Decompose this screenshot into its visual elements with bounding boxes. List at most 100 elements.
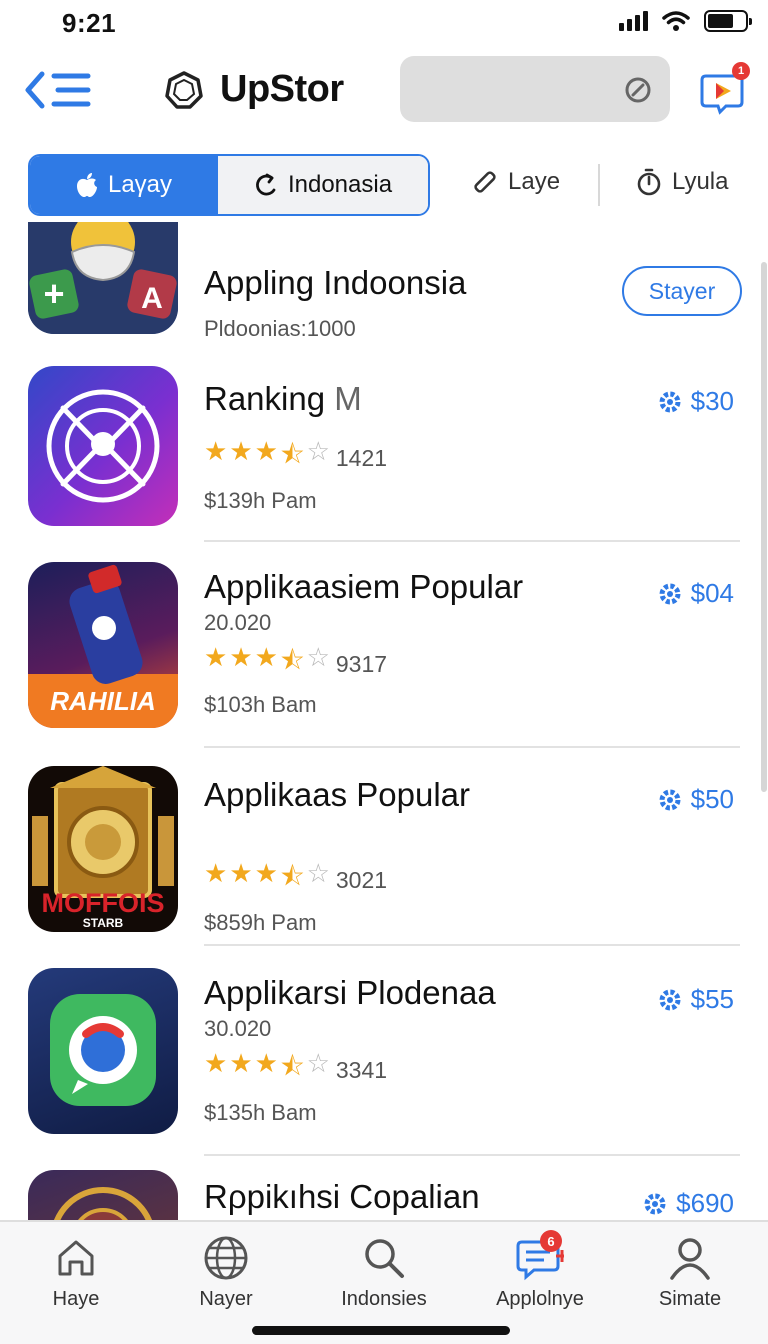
row-separator (204, 540, 740, 542)
stayer-button[interactable]: Stayer (622, 266, 742, 316)
star-rating-icon: ★ ★ ★ ⯪ ☆ (204, 858, 330, 891)
signal-icon (619, 11, 648, 31)
status-bar: 9:21 (0, 0, 768, 48)
notification-badge: 1 (732, 62, 750, 80)
tab-indonasia[interactable]: Indonasia (218, 156, 428, 214)
star-rating-icon: ★ ★ ★ ⯪ ☆ (204, 436, 330, 469)
price-button[interactable]: $30 (657, 386, 734, 417)
item-title: Rρpikıhsi Copalian (204, 1178, 480, 1215)
nav-item-haye[interactable]: Haye (16, 1234, 136, 1311)
battery-icon (704, 10, 752, 32)
item-rating: ★ ★ ★ ⯪ ☆ 3021 (204, 858, 387, 902)
rating-count: 3021 (335, 866, 388, 893)
list-item[interactable]: RAHILIA Applikaasiem Popular 20.020 ★ ★ ★ ⯪… (0, 562, 768, 752)
temple-app-icon: MOFFOIS STARB (28, 766, 178, 932)
star-rating-icon: ★ ★ ★ ⯪ ☆ (204, 642, 330, 675)
app-header: UpStor 1 (0, 52, 768, 132)
price-label: $55 (690, 984, 734, 1014)
tab-layay[interactable]: Laγay (30, 156, 218, 214)
mask-character-app-icon: + A (28, 222, 178, 334)
gear-icon (659, 583, 681, 604)
messages-icon: 6 (516, 1230, 568, 1282)
list-item[interactable]: Applikarsi Plodenaa 30.020 ★ ★ ★ ⯪ ☆ 3341 $1… (0, 968, 768, 1168)
price-label: $04 (690, 578, 734, 608)
item-rating: ★ ★ ★ ⯪ ☆ 1421 (204, 436, 387, 480)
wifi-icon (662, 11, 690, 31)
tab-label: Lyula (672, 168, 729, 195)
nav-item-nayer[interactable]: Nayer (166, 1234, 286, 1311)
row-separator (204, 1154, 740, 1156)
item-title: Appling Indoonsia (204, 264, 467, 301)
nav-label: Haye (52, 1288, 100, 1310)
list-item[interactable]: Rρpikıhsi Copalian $690 (0, 1170, 768, 1220)
nav-label: Indonsies (341, 1288, 427, 1310)
star-rating-icon: ★ ★ ★ ⯪ ☆ (204, 1048, 330, 1081)
price-button[interactable]: $04 (657, 578, 734, 609)
status-time: 9:21 (62, 8, 117, 38)
item-icon-text: MOFFOIS (41, 888, 165, 918)
app-title: UpStor (220, 68, 344, 110)
item-subtitle: Pldoonias:1000 (204, 316, 356, 341)
item-title: Applikaasiem Popular (204, 568, 524, 605)
status-icons (619, 10, 752, 32)
item-subtitle: 30.020 (204, 1016, 272, 1041)
nav-label: Nayer (199, 1288, 253, 1310)
item-icon-text: RAHILIA (50, 686, 156, 716)
row-separator (204, 944, 740, 946)
gear-icon (644, 1193, 666, 1214)
app-list: + A Appling Indoonsia Pldoonias:1000 Sta… (0, 222, 768, 1220)
list-item[interactable]: + A Appling Indoonsia Pldoonias:1000 Sta… (0, 222, 768, 352)
item-price: $859h Pam (204, 910, 317, 935)
item-rating: ★ ★ ★ ⯪ ☆ 3341 (204, 1048, 387, 1092)
rating-count: 3341 (335, 1056, 388, 1083)
segmented-control: Laγay Indonasia (28, 154, 430, 216)
nav-item-simate[interactable]: Simate (630, 1234, 750, 1311)
gear-icon (659, 391, 681, 412)
list-item[interactable]: Ranking M ★ ★ ★ ⯪ ☆ 1421 $139h Pam $30 (0, 366, 768, 546)
list-item[interactable]: MOFFOIS STARB Applikaas Popular ★ ★ ★ ⯪ ☆ 30… (0, 766, 768, 962)
item-price: $135h Bam (204, 1100, 317, 1125)
clear-search-icon[interactable] (624, 76, 652, 104)
refresh-icon (256, 173, 276, 196)
item-price: $139h Pam (204, 488, 317, 513)
scrollbar[interactable] (761, 262, 767, 792)
item-rating: ★ ★ ★ ⯪ ☆ 9317 (204, 642, 387, 686)
item-icon-subtext: STARB (82, 916, 124, 930)
item-price: $103h Bam (204, 692, 317, 717)
home-indicator[interactable] (252, 1326, 510, 1335)
search-icon (365, 1239, 404, 1278)
category-tabs: Laγay Indonasia Laye Lyula (28, 154, 768, 216)
item-title: Ranking M (204, 380, 362, 417)
price-button[interactable]: $50 (657, 784, 734, 815)
tab-label: Laye (508, 168, 561, 195)
back-menu-icon[interactable] (22, 68, 92, 112)
chat-app-icon (28, 968, 178, 1134)
tab-label: Indonasia (287, 171, 393, 198)
compass-app-icon (28, 366, 178, 526)
nav-item-applolnye[interactable]: 6 Applolnye (480, 1230, 600, 1311)
search-input[interactable] (416, 72, 606, 106)
item-title: Applikarsi Plodenaa (204, 974, 496, 1011)
tab-lyula[interactable]: Lyula (636, 168, 728, 196)
globe-icon (204, 1236, 248, 1280)
price-button[interactable]: $55 (657, 984, 734, 1015)
gear-icon (659, 789, 681, 810)
price-button[interactable]: $690 (642, 1188, 734, 1219)
svg-text:+: + (43, 273, 64, 314)
tab-divider (598, 164, 600, 206)
nav-item-indonsies[interactable]: Indonsies (324, 1234, 444, 1311)
apple-icon (76, 173, 97, 197)
profile-icon (670, 1238, 710, 1280)
pen-icon (474, 171, 496, 193)
item-title: Applikaas Popular (204, 776, 470, 813)
row-separator (204, 746, 740, 748)
price-label: $30 (690, 386, 734, 416)
search-box[interactable] (400, 56, 670, 122)
rating-count: 1421 (335, 444, 388, 471)
item-subtitle: 20.020 (204, 610, 272, 635)
home-icon (58, 1240, 94, 1276)
tab-laye[interactable]: Laye (472, 168, 560, 196)
notifications-button[interactable]: 1 (700, 62, 750, 116)
ornament-app-icon (28, 1170, 178, 1220)
rahilia-app-icon: RAHILIA (28, 562, 178, 728)
